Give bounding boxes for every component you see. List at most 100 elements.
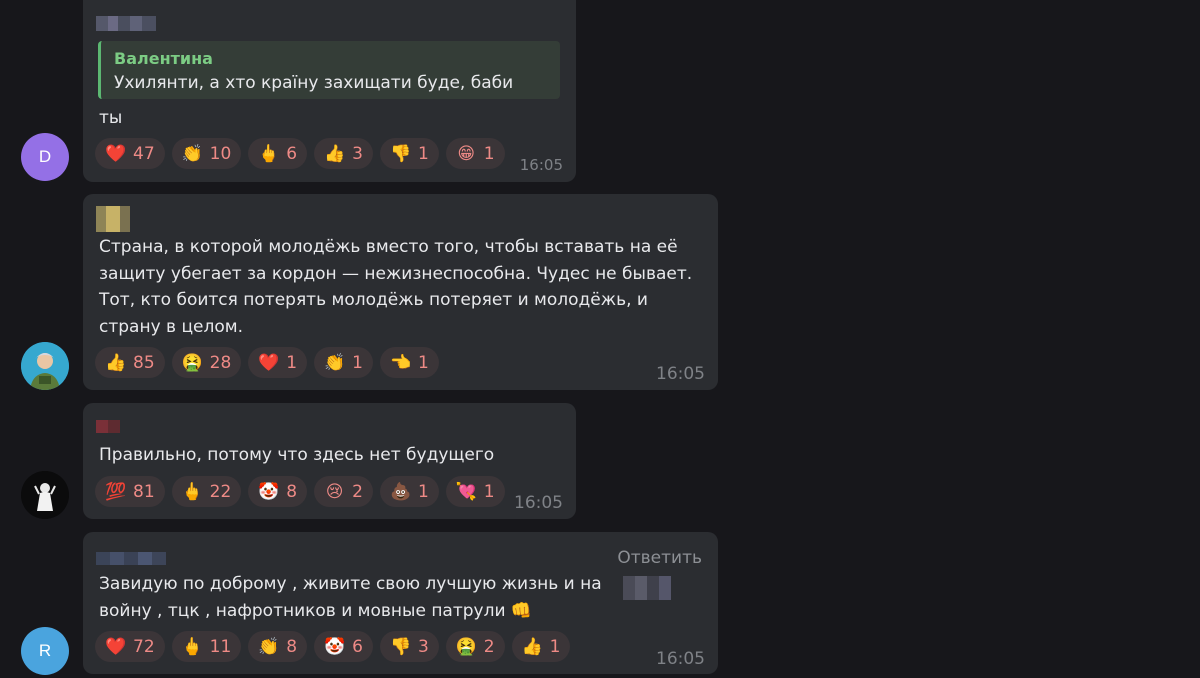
- reaction-count: 72: [133, 636, 155, 657]
- message-bubble[interactable]: Валентина Ухилянти, а хто країну захищат…: [83, 0, 576, 182]
- sender-name-redacted: [96, 420, 120, 433]
- clapping-hands-icon: 👏: [258, 636, 280, 657]
- avatar[interactable]: R: [21, 627, 69, 675]
- reaction-thumbs-down[interactable]: 👎 1: [379, 138, 439, 169]
- quote-text: Ухилянти, а хто країну захищати буде, ба…: [114, 73, 514, 93]
- reaction-count: 1: [417, 481, 429, 502]
- reaction-heart-arrow[interactable]: 💘 1: [445, 476, 505, 507]
- middle-finger-icon: 🖕: [181, 481, 203, 502]
- clapping-hands-icon: 👏: [324, 352, 346, 373]
- reaction-clown[interactable]: 🤡 6: [314, 631, 373, 662]
- avatar-letter: D: [38, 147, 52, 166]
- reaction-count: 1: [352, 352, 363, 373]
- avatar-picture: [21, 342, 69, 390]
- reaction-poo[interactable]: 💩 1: [379, 476, 439, 507]
- crying-face-icon: 😢: [325, 481, 344, 502]
- reaction-count: 6: [286, 143, 298, 164]
- avatar-letter: R: [38, 641, 52, 660]
- reactions-bar: ❤️ 72 🖕 11 👏 8 🤡 6 👎 3 🤮 2 👍 1: [95, 631, 571, 662]
- quote-author: Валентина: [114, 49, 213, 68]
- reaction-clap[interactable]: 👏 1: [314, 347, 373, 378]
- reaction-count: 1: [549, 636, 561, 657]
- thumbs-up-icon: 👍: [105, 352, 127, 373]
- reaction-middle-finger[interactable]: 🖕 6: [248, 138, 308, 169]
- reaction-count: 2: [352, 481, 363, 502]
- avatar[interactable]: [21, 471, 69, 519]
- reaction-clown[interactable]: 🤡 8: [248, 476, 308, 507]
- reaction-count: 47: [133, 143, 155, 164]
- message-time: 16:05: [656, 649, 705, 669]
- heart-with-arrow-icon: 💘: [455, 481, 477, 502]
- reaction-thumbs-up[interactable]: 👍 1: [511, 631, 571, 662]
- reaction-heart[interactable]: ❤️ 47: [95, 138, 165, 169]
- reaction-count: 81: [133, 481, 155, 502]
- reaction-clap[interactable]: 👏 8: [248, 631, 308, 662]
- thumbs-up-icon: 👍: [521, 636, 543, 657]
- redacted-text: [623, 576, 671, 600]
- reaction-middle-finger[interactable]: 🖕 22: [171, 476, 242, 507]
- reaction-count: 85: [133, 352, 155, 373]
- avatar-picture: [21, 471, 69, 519]
- reaction-count: 1: [417, 352, 429, 373]
- heart-icon: ❤️: [105, 636, 127, 657]
- thumbs-up-icon: 👍: [324, 143, 346, 164]
- pointing-hand-icon: 👈: [389, 352, 412, 373]
- message-time: 16:05: [519, 156, 563, 174]
- reaction-count: 1: [286, 352, 298, 373]
- reaction-clap[interactable]: 👏 10: [171, 138, 242, 169]
- reactions-bar: 👍 85 🤮 28 ❤️ 1 👏 1 👈 1: [95, 347, 439, 378]
- reply-quote[interactable]: Валентина Ухилянти, а хто країну захищат…: [98, 41, 560, 99]
- heart-icon: ❤️: [105, 143, 127, 164]
- reaction-count: 3: [417, 636, 429, 657]
- reaction-count: 1: [483, 481, 495, 502]
- thumbs-down-icon: 👎: [389, 143, 412, 164]
- reaction-thumbs-up[interactable]: 👍 85: [95, 347, 165, 378]
- avatar[interactable]: [21, 342, 69, 390]
- reaction-count: 6: [352, 636, 363, 657]
- reaction-hundred[interactable]: 💯 81: [95, 476, 165, 507]
- clown-face-icon: 🤡: [258, 481, 280, 502]
- reaction-middle-finger[interactable]: 🖕 11: [171, 631, 242, 662]
- reaction-count: 22: [209, 481, 232, 502]
- reaction-heart[interactable]: ❤️ 1: [248, 347, 308, 378]
- reaction-heart[interactable]: ❤️ 72: [95, 631, 165, 662]
- message-text: ты: [99, 108, 123, 128]
- reaction-vomit[interactable]: 🤮 2: [445, 631, 505, 662]
- reaction-vomit[interactable]: 🤮 28: [171, 347, 242, 378]
- message-bubble[interactable]: Страна, в которой молодёжь вместо того, …: [83, 194, 718, 390]
- message-text: Правильно, потому что здесь нет будущего: [99, 445, 495, 465]
- middle-finger-icon: 🖕: [181, 636, 203, 657]
- reactions-bar: 💯 81 🖕 22 🤡 8 😢 2 💩 1 💘 1: [95, 476, 505, 507]
- reaction-count: 10: [209, 143, 232, 164]
- reaction-crying[interactable]: 😢 2: [314, 476, 373, 507]
- reaction-pointing-hand[interactable]: 👈 1: [379, 347, 439, 378]
- reaction-count: 28: [209, 352, 232, 373]
- reaction-thumbs-up[interactable]: 👍 3: [314, 138, 373, 169]
- message-text: Завидую по доброму , живите свою лучшую …: [99, 574, 602, 621]
- reaction-thumbs-down[interactable]: 👎 3: [379, 631, 439, 662]
- clown-face-icon: 🤡: [324, 636, 346, 657]
- pile-of-poo-icon: 💩: [389, 481, 412, 502]
- reaction-count: 3: [352, 143, 363, 164]
- reaction-count: 2: [483, 636, 495, 657]
- reaction-count: 1: [417, 143, 429, 164]
- reaction-count: 8: [286, 636, 298, 657]
- reaction-count: 1: [483, 143, 495, 164]
- sender-name-redacted: [96, 206, 130, 232]
- avatar[interactable]: D: [21, 133, 69, 181]
- message-bubble[interactable]: Правильно, потому что здесь нет будущего…: [83, 403, 576, 519]
- hundred-points-icon: 💯: [105, 481, 127, 502]
- message-time: 16:05: [514, 493, 563, 513]
- vomiting-face-icon: 🤮: [455, 636, 477, 657]
- message-bubble[interactable]: Ответить Завидую по доброму , живите сво…: [83, 532, 718, 674]
- message-text: Страна, в которой молодёжь вместо того, …: [99, 237, 693, 337]
- grinning-face-icon: 😁: [457, 143, 476, 164]
- sender-name-redacted: [96, 552, 166, 565]
- reaction-count: 11: [209, 636, 232, 657]
- clapping-hands-icon: 👏: [181, 143, 203, 164]
- reaction-grin[interactable]: 😁 1: [445, 138, 505, 169]
- reactions-bar: ❤️ 47 👏 10 🖕 6 👍 3 👎 1 😁 1: [95, 138, 505, 169]
- reaction-count: 8: [286, 481, 298, 502]
- reply-button[interactable]: Ответить: [617, 548, 702, 568]
- thumbs-down-icon: 👎: [389, 636, 412, 657]
